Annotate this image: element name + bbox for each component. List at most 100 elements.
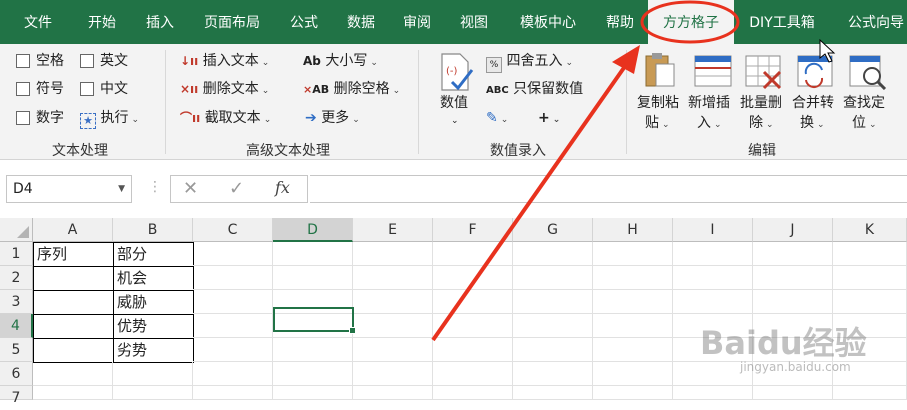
cell-b1[interactable]: 部分 — [113, 242, 194, 267]
cell-b3[interactable]: 威胁 — [113, 290, 194, 315]
cell-c5[interactable] — [193, 338, 273, 362]
select-all-corner[interactable] — [0, 218, 33, 242]
name-box[interactable]: D4 ▼ — [6, 175, 132, 203]
add-insert-label-2[interactable]: 入 ⌄ — [697, 114, 722, 134]
cell-a2[interactable] — [33, 266, 114, 291]
cell-k7[interactable] — [833, 386, 907, 400]
cell-d6[interactable] — [273, 362, 353, 386]
copy-paste-button[interactable]: 复制粘 — [637, 94, 679, 112]
cell-k3[interactable] — [833, 290, 907, 314]
tab-insert[interactable]: 插入 — [135, 0, 185, 44]
col-header-g[interactable]: G — [513, 218, 593, 242]
cell-c2[interactable] — [193, 266, 273, 290]
col-header-e[interactable]: E — [353, 218, 433, 242]
cell-h7[interactable] — [593, 386, 673, 400]
batch-delete-button[interactable]: 批量删 — [740, 94, 782, 112]
row-header-6[interactable]: 6 — [0, 362, 33, 386]
plus-button[interactable]: + ⌄ — [538, 109, 560, 129]
col-header-c[interactable]: C — [193, 218, 273, 242]
tab-help[interactable]: 帮助 — [596, 0, 644, 44]
round-button[interactable]: % 四舍五入 ⌄ — [486, 52, 573, 73]
execute-button[interactable]: ★ 执行 ⌄ — [80, 109, 139, 129]
batch-delete-label-2[interactable]: 除 ⌄ — [749, 114, 774, 134]
row-header-3[interactable]: 3 — [0, 290, 33, 314]
edit-tool-button[interactable]: ✎ ⌄ — [486, 109, 508, 129]
cell-f2[interactable] — [433, 266, 513, 290]
cell-b7[interactable] — [113, 386, 193, 400]
tab-view[interactable]: 视图 — [449, 0, 499, 44]
cell-c6[interactable] — [193, 362, 273, 386]
checkbox-chinese[interactable] — [80, 82, 94, 96]
cell-g1[interactable] — [513, 242, 593, 266]
cell-e1[interactable] — [353, 242, 433, 266]
cell-k2[interactable] — [833, 266, 907, 290]
cell-g4[interactable] — [513, 314, 593, 338]
cell-a1[interactable]: 序列 — [33, 242, 114, 267]
find-locate-button[interactable]: 查找定 — [843, 94, 885, 112]
insert-function-button[interactable]: fx — [275, 178, 290, 197]
cell-c3[interactable] — [193, 290, 273, 314]
col-header-k[interactable]: K — [833, 218, 907, 242]
cell-a3[interactable] — [33, 290, 114, 315]
tab-home[interactable]: 开始 — [76, 0, 128, 44]
cell-c7[interactable] — [193, 386, 273, 400]
col-header-f[interactable]: F — [433, 218, 513, 242]
cancel-icon[interactable]: ✕ — [183, 178, 198, 199]
keep-value-button[interactable]: ABC 只保留数值 — [486, 80, 583, 100]
cell-i3[interactable] — [673, 290, 753, 314]
cell-d5[interactable] — [273, 338, 353, 362]
checkbox-space[interactable] — [16, 54, 30, 68]
cell-d1[interactable] — [273, 242, 353, 266]
row-header-2[interactable]: 2 — [0, 266, 33, 290]
cell-b5[interactable]: 劣势 — [113, 338, 194, 363]
col-header-b[interactable]: B — [113, 218, 193, 242]
tab-diy-toolbox[interactable]: DIY工具箱 — [742, 0, 822, 44]
cell-h2[interactable] — [593, 266, 673, 290]
cell-f6[interactable] — [433, 362, 513, 386]
cell-e6[interactable] — [353, 362, 433, 386]
cell-a5[interactable] — [33, 338, 114, 363]
merge-convert-label-2[interactable]: 换 ⌄ — [800, 114, 825, 134]
cell-a4[interactable] — [33, 314, 114, 339]
cell-f5[interactable] — [433, 338, 513, 362]
tab-page-layout[interactable]: 页面布局 — [192, 0, 272, 44]
extract-text-button[interactable]: ⌒ıı 截取文本 ⌄ — [180, 109, 271, 129]
cell-b4[interactable]: 优势 — [113, 314, 194, 339]
drag-handle-icon[interactable]: ⋮ — [148, 179, 162, 195]
cell-g5[interactable] — [513, 338, 593, 362]
row-header-5[interactable]: 5 — [0, 338, 33, 362]
cell-i2[interactable] — [673, 266, 753, 290]
cell-f1[interactable] — [433, 242, 513, 266]
tab-formula-wizard[interactable]: 公式向导 — [836, 0, 907, 44]
formula-input[interactable] — [310, 175, 907, 203]
cell-j3[interactable] — [753, 290, 833, 314]
cell-c4[interactable] — [193, 314, 273, 338]
copy-paste-label-2[interactable]: 贴 ⌄ — [645, 114, 670, 134]
tab-data[interactable]: 数据 — [336, 0, 386, 44]
col-header-j[interactable]: J — [753, 218, 833, 242]
cell-g2[interactable] — [513, 266, 593, 290]
cell-g7[interactable] — [513, 386, 593, 400]
cell-i1[interactable] — [673, 242, 753, 266]
merge-convert-button[interactable]: 合并转 — [792, 94, 834, 112]
cell-h6[interactable] — [593, 362, 673, 386]
cell-b2[interactable]: 机会 — [113, 266, 194, 291]
value-button[interactable]: 数值 — [440, 94, 468, 112]
checkbox-number[interactable] — [16, 111, 30, 125]
cell-b6[interactable] — [113, 362, 193, 386]
cell-c1[interactable] — [193, 242, 273, 266]
cell-g6[interactable] — [513, 362, 593, 386]
tab-template-center[interactable]: 模板中心 — [508, 0, 588, 44]
col-header-a[interactable]: A — [33, 218, 113, 242]
row-header-7[interactable]: 7 — [0, 386, 33, 406]
cell-e2[interactable] — [353, 266, 433, 290]
case-button[interactable]: Ab 大小写 ⌄ — [303, 52, 378, 72]
cell-h5[interactable] — [593, 338, 673, 362]
delete-spaces-button[interactable]: ×AB 删除空格 ⌄ — [303, 80, 400, 100]
row-header-1[interactable]: 1 — [0, 242, 33, 266]
cell-a6[interactable] — [33, 362, 113, 386]
cell-j1[interactable] — [753, 242, 833, 266]
add-insert-button[interactable]: 新增插 — [688, 94, 730, 112]
cell-g3[interactable] — [513, 290, 593, 314]
cell-h3[interactable] — [593, 290, 673, 314]
